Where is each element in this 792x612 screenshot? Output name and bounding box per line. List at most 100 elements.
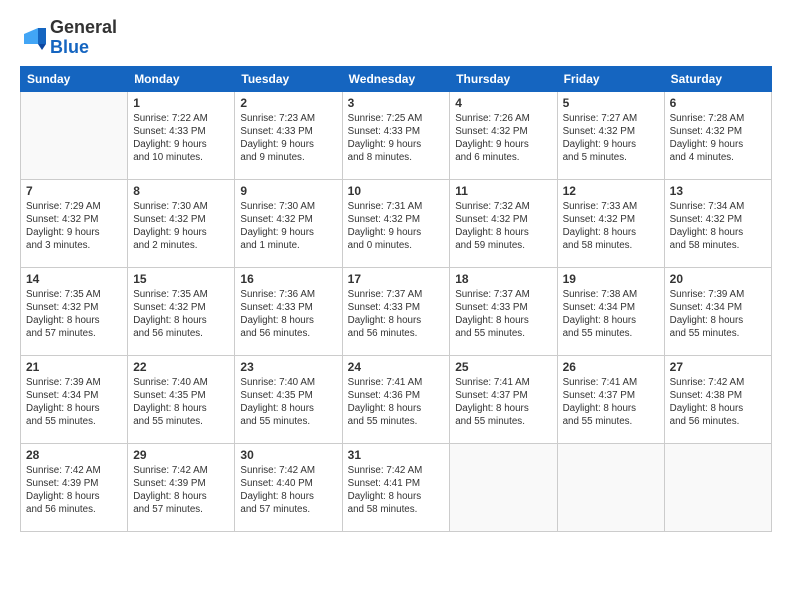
day-info: Sunrise: 7:39 AMSunset: 4:34 PMDaylight:… [670, 288, 766, 341]
day-cell: 8 Sunrise: 7:30 AMSunset: 4:32 PMDaylight… [128, 179, 235, 267]
day-number: 1 [133, 96, 229, 110]
day-number: 21 [26, 360, 122, 374]
day-cell: 20 Sunrise: 7:39 AMSunset: 4:34 PMDayligh… [664, 267, 771, 355]
week-row-2: 14 Sunrise: 7:35 AMSunset: 4:32 PMDayligh… [21, 267, 772, 355]
day-info: Sunrise: 7:41 AMSunset: 4:37 PMDaylight:… [455, 376, 551, 429]
day-info: Sunrise: 7:30 AMSunset: 4:32 PMDaylight:… [133, 200, 229, 253]
day-number: 26 [563, 360, 659, 374]
week-row-1: 7 Sunrise: 7:29 AMSunset: 4:32 PMDaylight… [21, 179, 772, 267]
day-info: Sunrise: 7:42 AMSunset: 4:39 PMDaylight:… [133, 464, 229, 517]
day-number: 27 [670, 360, 766, 374]
day-number: 11 [455, 184, 551, 198]
day-cell: 28Sunrise: 7:42 AMSunset: 4:39 PMDayligh… [21, 443, 128, 531]
day-cell: 2 Sunrise: 7:23 AMSunset: 4:33 PMDaylight… [235, 91, 342, 179]
day-info: Sunrise: 7:29 AMSunset: 4:32 PMDaylight:… [26, 200, 122, 253]
day-info: Sunrise: 7:22 AMSunset: 4:33 PMDaylight:… [133, 112, 229, 165]
day-number: 19 [563, 272, 659, 286]
day-cell: 31 Sunrise: 7:42 AMSunset: 4:41 PMDayligh… [342, 443, 450, 531]
day-info: Sunrise: 7:35 AMSunset: 4:32 PMDaylight:… [133, 288, 229, 341]
day-number: 15 [133, 272, 229, 286]
logo-general: General [50, 17, 117, 37]
day-info: Sunrise: 7:40 AMSunset: 4:35 PMDaylight:… [240, 376, 336, 429]
page: General Blue SundayMondayTuesdayWednesda… [0, 0, 792, 612]
day-cell: 17 Sunrise: 7:37 AMSunset: 4:33 PMDayligh… [342, 267, 450, 355]
logo: General Blue [20, 18, 117, 58]
day-number: 17 [348, 272, 445, 286]
day-info: Sunrise: 7:33 AMSunset: 4:32 PMDaylight:… [563, 200, 659, 253]
day-info: Sunrise: 7:28 AMSunset: 4:32 PMDaylight:… [670, 112, 766, 165]
calendar-body: 1 Sunrise: 7:22 AMSunset: 4:33 PMDaylight… [21, 91, 772, 531]
weekday-tuesday: Tuesday [235, 66, 342, 91]
day-number: 4 [455, 96, 551, 110]
day-number: 24 [348, 360, 445, 374]
day-cell: 9Sunrise: 7:30 AMSunset: 4:32 PMDaylight… [235, 179, 342, 267]
day-number: 8 [133, 184, 229, 198]
day-cell: 23 Sunrise: 7:40 AMSunset: 4:35 PMDayligh… [235, 355, 342, 443]
calendar-header: SundayMondayTuesdayWednesdayThursdayFrid… [21, 66, 772, 91]
day-info: Sunrise: 7:38 AMSunset: 4:34 PMDaylight:… [563, 288, 659, 341]
day-info: Sunrise: 7:42 AMSunset: 4:40 PMDaylight:… [240, 464, 336, 517]
day-number: 20 [670, 272, 766, 286]
day-cell: 4 Sunrise: 7:26 AMSunset: 4:32 PMDaylight… [450, 91, 557, 179]
logo-icon [20, 24, 48, 52]
day-cell: 16Sunrise: 7:36 AMSunset: 4:33 PMDayligh… [235, 267, 342, 355]
day-number: 13 [670, 184, 766, 198]
day-info: Sunrise: 7:42 AMSunset: 4:38 PMDaylight:… [670, 376, 766, 429]
weekday-wednesday: Wednesday [342, 66, 450, 91]
day-number: 6 [670, 96, 766, 110]
day-cell [21, 91, 128, 179]
day-cell: 29 Sunrise: 7:42 AMSunset: 4:39 PMDayligh… [128, 443, 235, 531]
day-info: Sunrise: 7:26 AMSunset: 4:32 PMDaylight:… [455, 112, 551, 165]
day-info: Sunrise: 7:40 AMSunset: 4:35 PMDaylight:… [133, 376, 229, 429]
day-info: Sunrise: 7:42 AMSunset: 4:41 PMDaylight:… [348, 464, 445, 517]
day-number: 9 [240, 184, 336, 198]
day-number: 28 [26, 448, 122, 462]
day-number: 3 [348, 96, 445, 110]
day-info: Sunrise: 7:37 AMSunset: 4:33 PMDaylight:… [455, 288, 551, 341]
day-cell: 21 Sunrise: 7:39 AMSunset: 4:34 PMDayligh… [21, 355, 128, 443]
day-info: Sunrise: 7:32 AMSunset: 4:32 PMDaylight:… [455, 200, 551, 253]
day-cell: 5 Sunrise: 7:27 AMSunset: 4:32 PMDaylight… [557, 91, 664, 179]
day-number: 25 [455, 360, 551, 374]
day-info: Sunrise: 7:31 AMSunset: 4:32 PMDaylight:… [348, 200, 445, 253]
day-cell: 24 Sunrise: 7:41 AMSunset: 4:36 PMDayligh… [342, 355, 450, 443]
day-info: Sunrise: 7:23 AMSunset: 4:33 PMDaylight:… [240, 112, 336, 165]
day-info: Sunrise: 7:37 AMSunset: 4:33 PMDaylight:… [348, 288, 445, 341]
day-cell [450, 443, 557, 531]
day-number: 29 [133, 448, 229, 462]
day-number: 2 [240, 96, 336, 110]
day-cell: 12 Sunrise: 7:33 AMSunset: 4:32 PMDayligh… [557, 179, 664, 267]
day-cell: 6 Sunrise: 7:28 AMSunset: 4:32 PMDaylight… [664, 91, 771, 179]
day-cell: 14Sunrise: 7:35 AMSunset: 4:32 PMDayligh… [21, 267, 128, 355]
day-number: 31 [348, 448, 445, 462]
day-cell: 30Sunrise: 7:42 AMSunset: 4:40 PMDayligh… [235, 443, 342, 531]
day-number: 14 [26, 272, 122, 286]
day-info: Sunrise: 7:27 AMSunset: 4:32 PMDaylight:… [563, 112, 659, 165]
day-cell [664, 443, 771, 531]
day-info: Sunrise: 7:34 AMSunset: 4:32 PMDaylight:… [670, 200, 766, 253]
day-cell: 22 Sunrise: 7:40 AMSunset: 4:35 PMDayligh… [128, 355, 235, 443]
day-number: 5 [563, 96, 659, 110]
day-number: 12 [563, 184, 659, 198]
day-cell: 25 Sunrise: 7:41 AMSunset: 4:37 PMDayligh… [450, 355, 557, 443]
day-cell: 27 Sunrise: 7:42 AMSunset: 4:38 PMDayligh… [664, 355, 771, 443]
day-number: 7 [26, 184, 122, 198]
day-number: 18 [455, 272, 551, 286]
day-number: 16 [240, 272, 336, 286]
day-info: Sunrise: 7:41 AMSunset: 4:36 PMDaylight:… [348, 376, 445, 429]
day-number: 22 [133, 360, 229, 374]
day-number: 10 [348, 184, 445, 198]
weekday-saturday: Saturday [664, 66, 771, 91]
header: General Blue [20, 18, 772, 58]
day-cell: 15 Sunrise: 7:35 AMSunset: 4:32 PMDayligh… [128, 267, 235, 355]
day-number: 23 [240, 360, 336, 374]
logo-blue: Blue [50, 37, 89, 57]
week-row-3: 21 Sunrise: 7:39 AMSunset: 4:34 PMDayligh… [21, 355, 772, 443]
day-cell: 26Sunrise: 7:41 AMSunset: 4:37 PMDayligh… [557, 355, 664, 443]
day-info: Sunrise: 7:39 AMSunset: 4:34 PMDaylight:… [26, 376, 122, 429]
week-row-0: 1 Sunrise: 7:22 AMSunset: 4:33 PMDaylight… [21, 91, 772, 179]
weekday-sunday: Sunday [21, 66, 128, 91]
day-cell: 1 Sunrise: 7:22 AMSunset: 4:33 PMDaylight… [128, 91, 235, 179]
day-cell [557, 443, 664, 531]
day-cell: 11 Sunrise: 7:32 AMSunset: 4:32 PMDayligh… [450, 179, 557, 267]
